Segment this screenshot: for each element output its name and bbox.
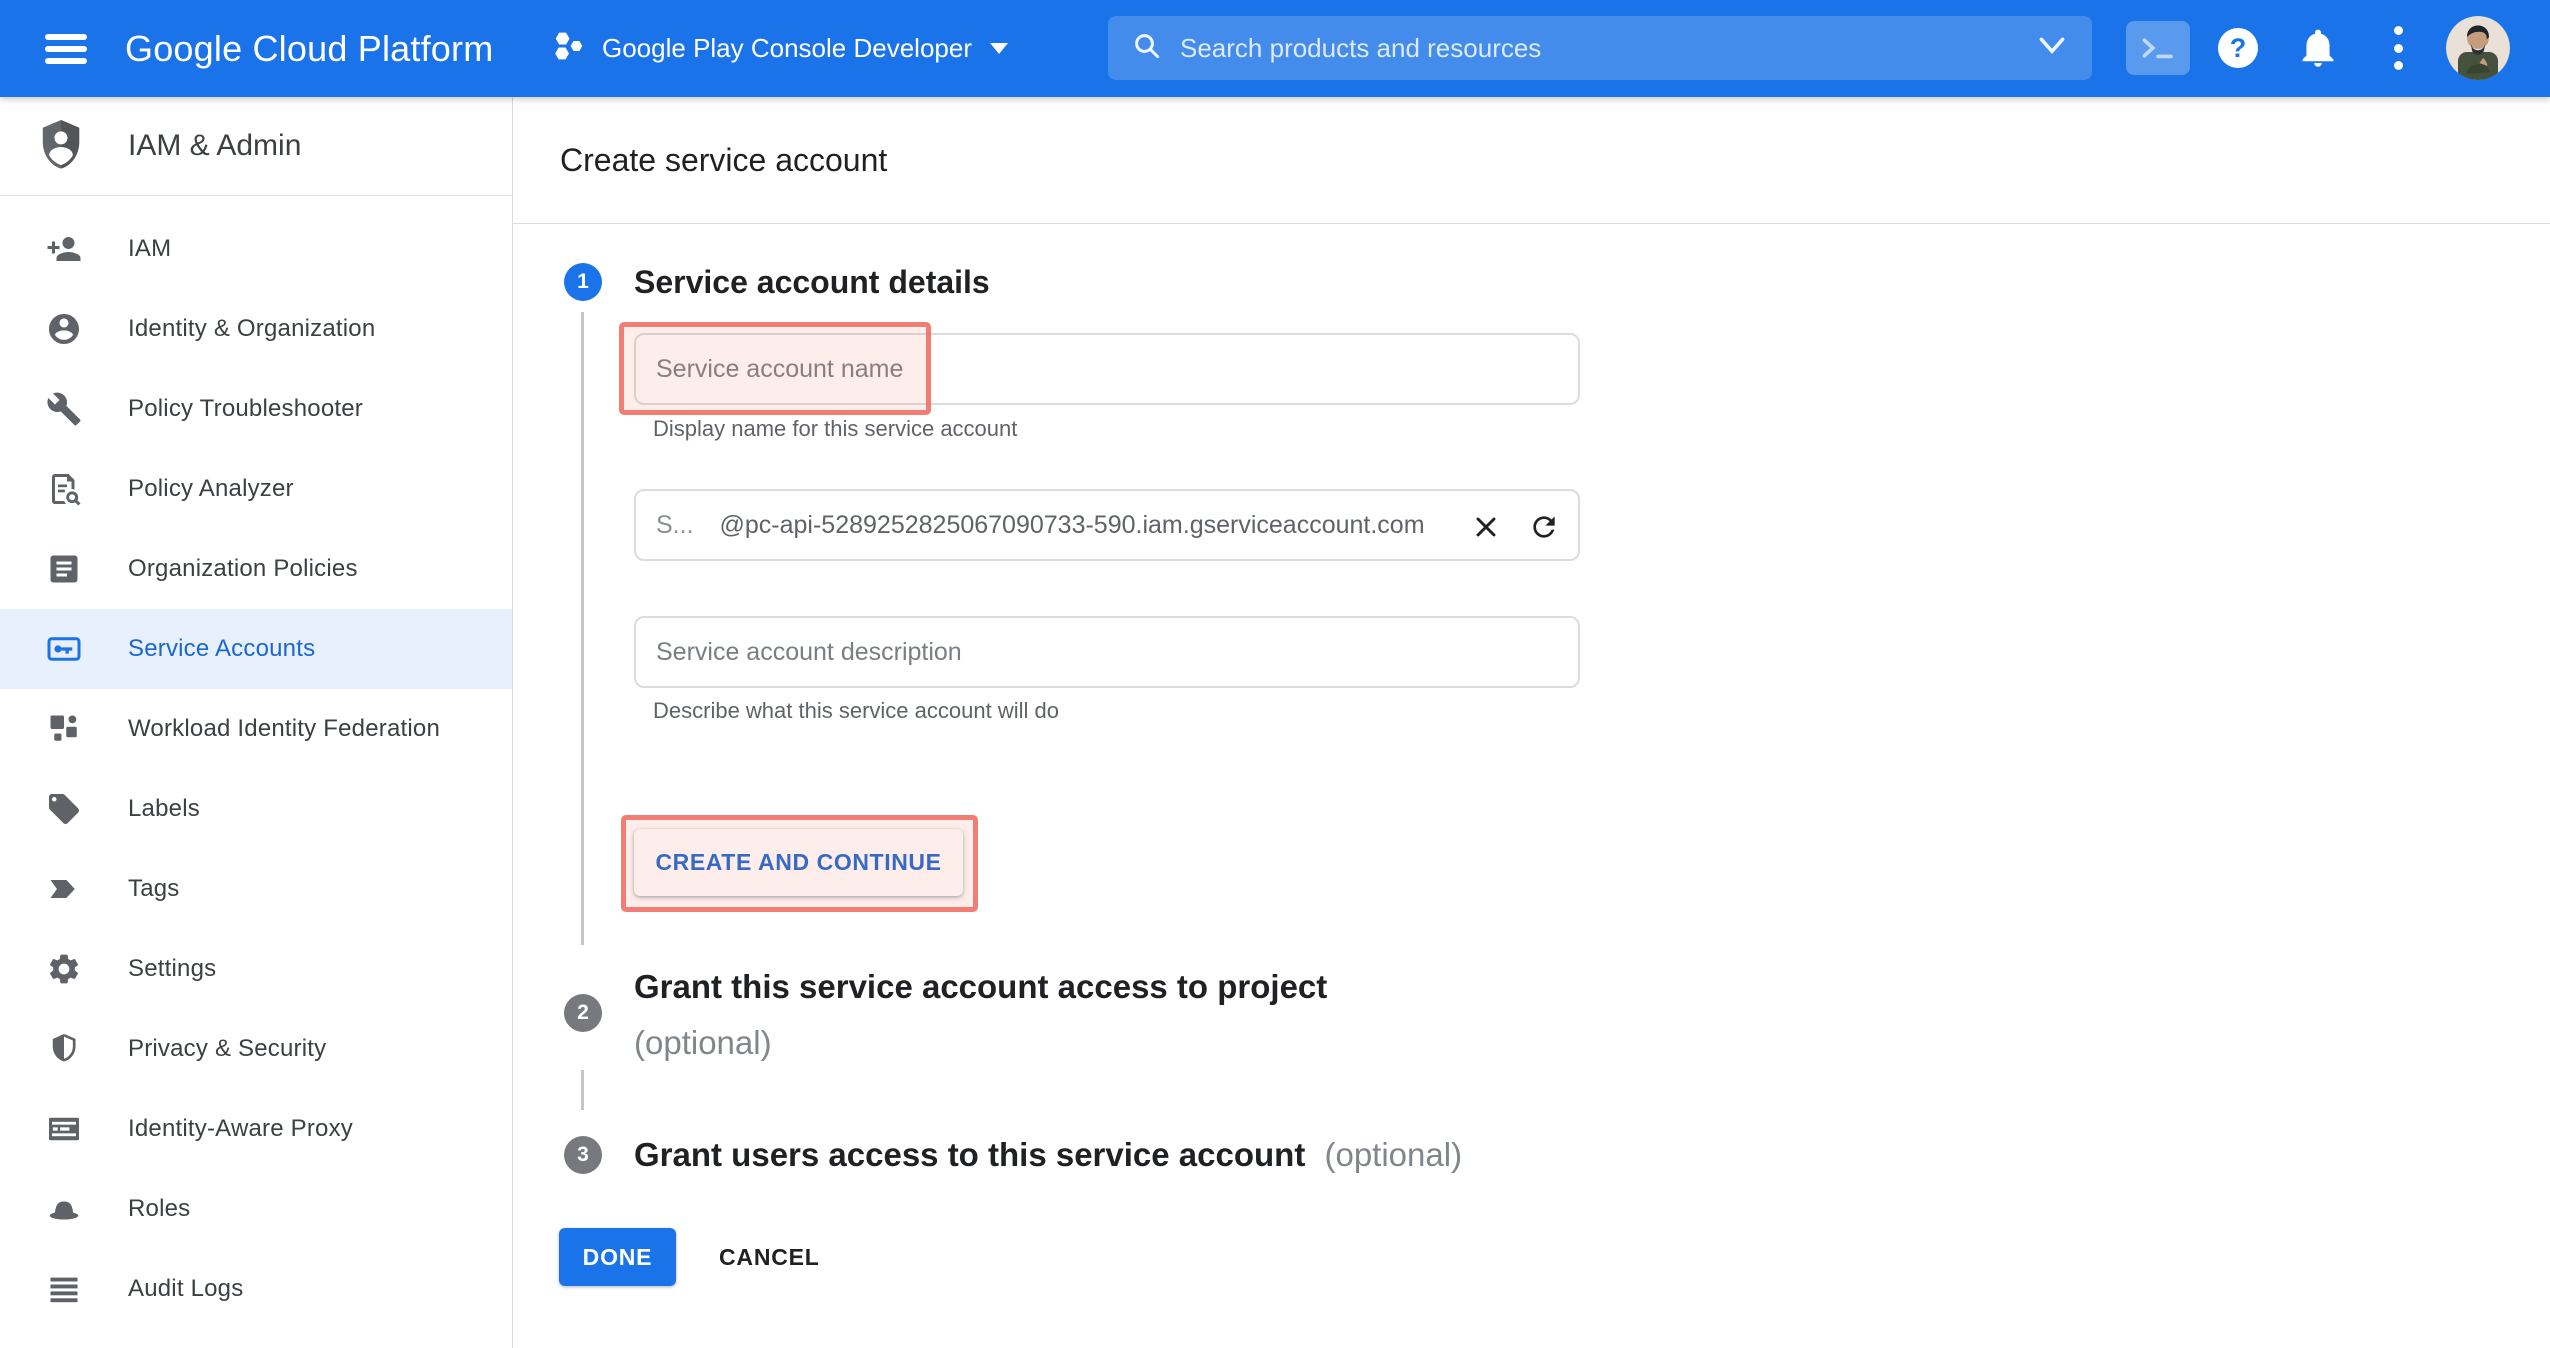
sidebar-item-label: Privacy & Security — [128, 1035, 326, 1063]
create-and-continue-button[interactable]: CREATE AND CONTINUE — [634, 829, 963, 896]
sidebar-item-label: Identity & Organization — [128, 315, 375, 343]
search-bar — [1108, 16, 2092, 80]
person-add-icon — [46, 231, 82, 267]
hat-icon — [46, 1191, 82, 1227]
help-glyph: ? — [2230, 33, 2247, 64]
label-tag-icon — [46, 791, 82, 827]
more-vertical-icon[interactable] — [2392, 26, 2404, 70]
sidebar-item-service-accounts[interactable]: Service Accounts — [0, 609, 512, 689]
service-account-name-field-wrap — [634, 333, 1580, 405]
hamburger-menu-icon[interactable] — [45, 34, 87, 64]
sidebar-item-label: Policy Troubleshooter — [128, 395, 363, 423]
service-account-description-input[interactable] — [636, 618, 1578, 686]
sidebar-item-label: Service Accounts — [128, 635, 315, 663]
project-caret-down-icon — [990, 43, 1008, 54]
sidebar-item-audit-logs[interactable]: Audit Logs — [0, 1249, 512, 1329]
service-account-id-domain: @pc-api-5289252825067090733-590.iam.gser… — [720, 511, 1425, 540]
wrench-icon — [46, 391, 82, 427]
service-account-name-input[interactable] — [636, 335, 1578, 403]
clear-x-icon[interactable] — [1470, 511, 1502, 543]
sidebar-item-label: Roles — [128, 1195, 190, 1223]
sidebar-nav: IAM Identity & Organization Policy Troub… — [0, 196, 512, 1329]
sidebar-item-label: Policy Analyzer — [128, 475, 294, 503]
cancel-button[interactable]: CANCEL — [719, 1228, 820, 1286]
sidebar-item-label: Tags — [128, 875, 180, 903]
step-3-badge: 3 — [564, 1136, 602, 1174]
proxy-grid-icon — [46, 1111, 82, 1147]
step-2-badge: 2 — [564, 994, 602, 1032]
sidebar-item-label: Identity-Aware Proxy — [128, 1115, 353, 1143]
sidebar-header: IAM & Admin — [0, 97, 512, 196]
stepper-connector-line — [581, 1070, 584, 1110]
sidebar: IAM & Admin IAM Identity & Organization — [0, 97, 513, 1348]
page-header: Create service account — [513, 97, 2550, 224]
iam-admin-shield-icon — [38, 118, 84, 175]
name-helper-text: Display name for this service account — [653, 416, 1017, 442]
project-hexagons-icon — [552, 30, 586, 67]
sidebar-item-label: Organization Policies — [128, 555, 358, 583]
sidebar-item-privacy-security[interactable]: Privacy & Security — [0, 1009, 512, 1089]
step-1-badge: 1 — [564, 263, 602, 301]
sidebar-item-iam[interactable]: IAM — [0, 209, 512, 289]
app-header: Google Cloud Platform Google Play Consol… — [0, 0, 2550, 97]
sidebar-item-policy-analyzer[interactable]: Policy Analyzer — [0, 449, 512, 529]
app-logo: Google Cloud Platform — [125, 0, 493, 97]
done-button[interactable]: DONE — [559, 1228, 676, 1286]
step-2-title: Grant this service account access to pro… — [634, 966, 1327, 1008]
service-account-id-placeholder: S... — [656, 511, 694, 540]
gcp-console: Google Cloud Platform Google Play Consol… — [0, 0, 2550, 1348]
sidebar-title: IAM & Admin — [128, 129, 301, 163]
account-circle-icon — [46, 311, 82, 347]
description-helper-text: Describe what this service account will … — [653, 698, 1059, 724]
sidebar-item-policy-troubleshooter[interactable]: Policy Troubleshooter — [0, 369, 512, 449]
page-title: Create service account — [513, 142, 887, 179]
notifications-bell-icon[interactable] — [2296, 25, 2340, 71]
sidebar-item-labels[interactable]: Labels — [0, 769, 512, 849]
sidebar-item-label: IAM — [128, 235, 171, 263]
gear-icon — [46, 951, 82, 987]
sidebar-item-label: Audit Logs — [128, 1275, 243, 1303]
sidebar-item-workload-identity-federation[interactable]: Workload Identity Federation — [0, 689, 512, 769]
project-selector[interactable]: Google Play Console Developer — [552, 0, 1008, 97]
step-3-number: 3 — [577, 1143, 589, 1167]
list-lines-icon — [46, 1271, 82, 1307]
help-icon[interactable]: ? — [2218, 28, 2258, 68]
stepper-line — [581, 312, 584, 945]
step-3-optional: (optional) — [1324, 1136, 1462, 1173]
tag-ribbon-icon — [46, 871, 82, 907]
service-account-id-field[interactable]: S... @pc-api-5289252825067090733-590.iam… — [634, 489, 1580, 561]
cloud-shell-icon[interactable] — [2126, 21, 2190, 75]
search-icon — [1132, 31, 1162, 66]
step-3-title: Grant users access to this service accou… — [634, 1134, 1462, 1176]
sidebar-item-identity-organization[interactable]: Identity & Organization — [0, 289, 512, 369]
search-expand-chevron-down-icon[interactable] — [2036, 35, 2068, 62]
sidebar-item-tags[interactable]: Tags — [0, 849, 512, 929]
step-2-optional: (optional) — [634, 1022, 772, 1064]
sidebar-item-label: Labels — [128, 795, 200, 823]
sidebar-item-identity-aware-proxy[interactable]: Identity-Aware Proxy — [0, 1089, 512, 1169]
document-search-icon — [46, 471, 82, 507]
service-account-key-icon — [46, 631, 82, 667]
refresh-icon[interactable] — [1528, 511, 1560, 543]
step-2-number: 2 — [577, 1001, 589, 1025]
shield-icon — [46, 1031, 82, 1067]
article-icon — [46, 551, 82, 587]
step-3-title-text: Grant users access to this service accou… — [634, 1136, 1305, 1173]
user-avatar[interactable] — [2446, 16, 2510, 80]
workload-blocks-icon — [46, 711, 82, 747]
step-1-title: Service account details — [634, 261, 990, 303]
step-1-number: 1 — [577, 270, 589, 294]
service-account-description-field-wrap — [634, 616, 1580, 688]
sidebar-item-roles[interactable]: Roles — [0, 1169, 512, 1249]
sidebar-item-organization-policies[interactable]: Organization Policies — [0, 529, 512, 609]
sidebar-item-label: Workload Identity Federation — [128, 715, 440, 743]
search-input[interactable] — [1180, 33, 2036, 64]
sidebar-item-label: Settings — [128, 955, 216, 983]
project-name: Google Play Console Developer — [602, 33, 972, 64]
sidebar-item-settings[interactable]: Settings — [0, 929, 512, 1009]
